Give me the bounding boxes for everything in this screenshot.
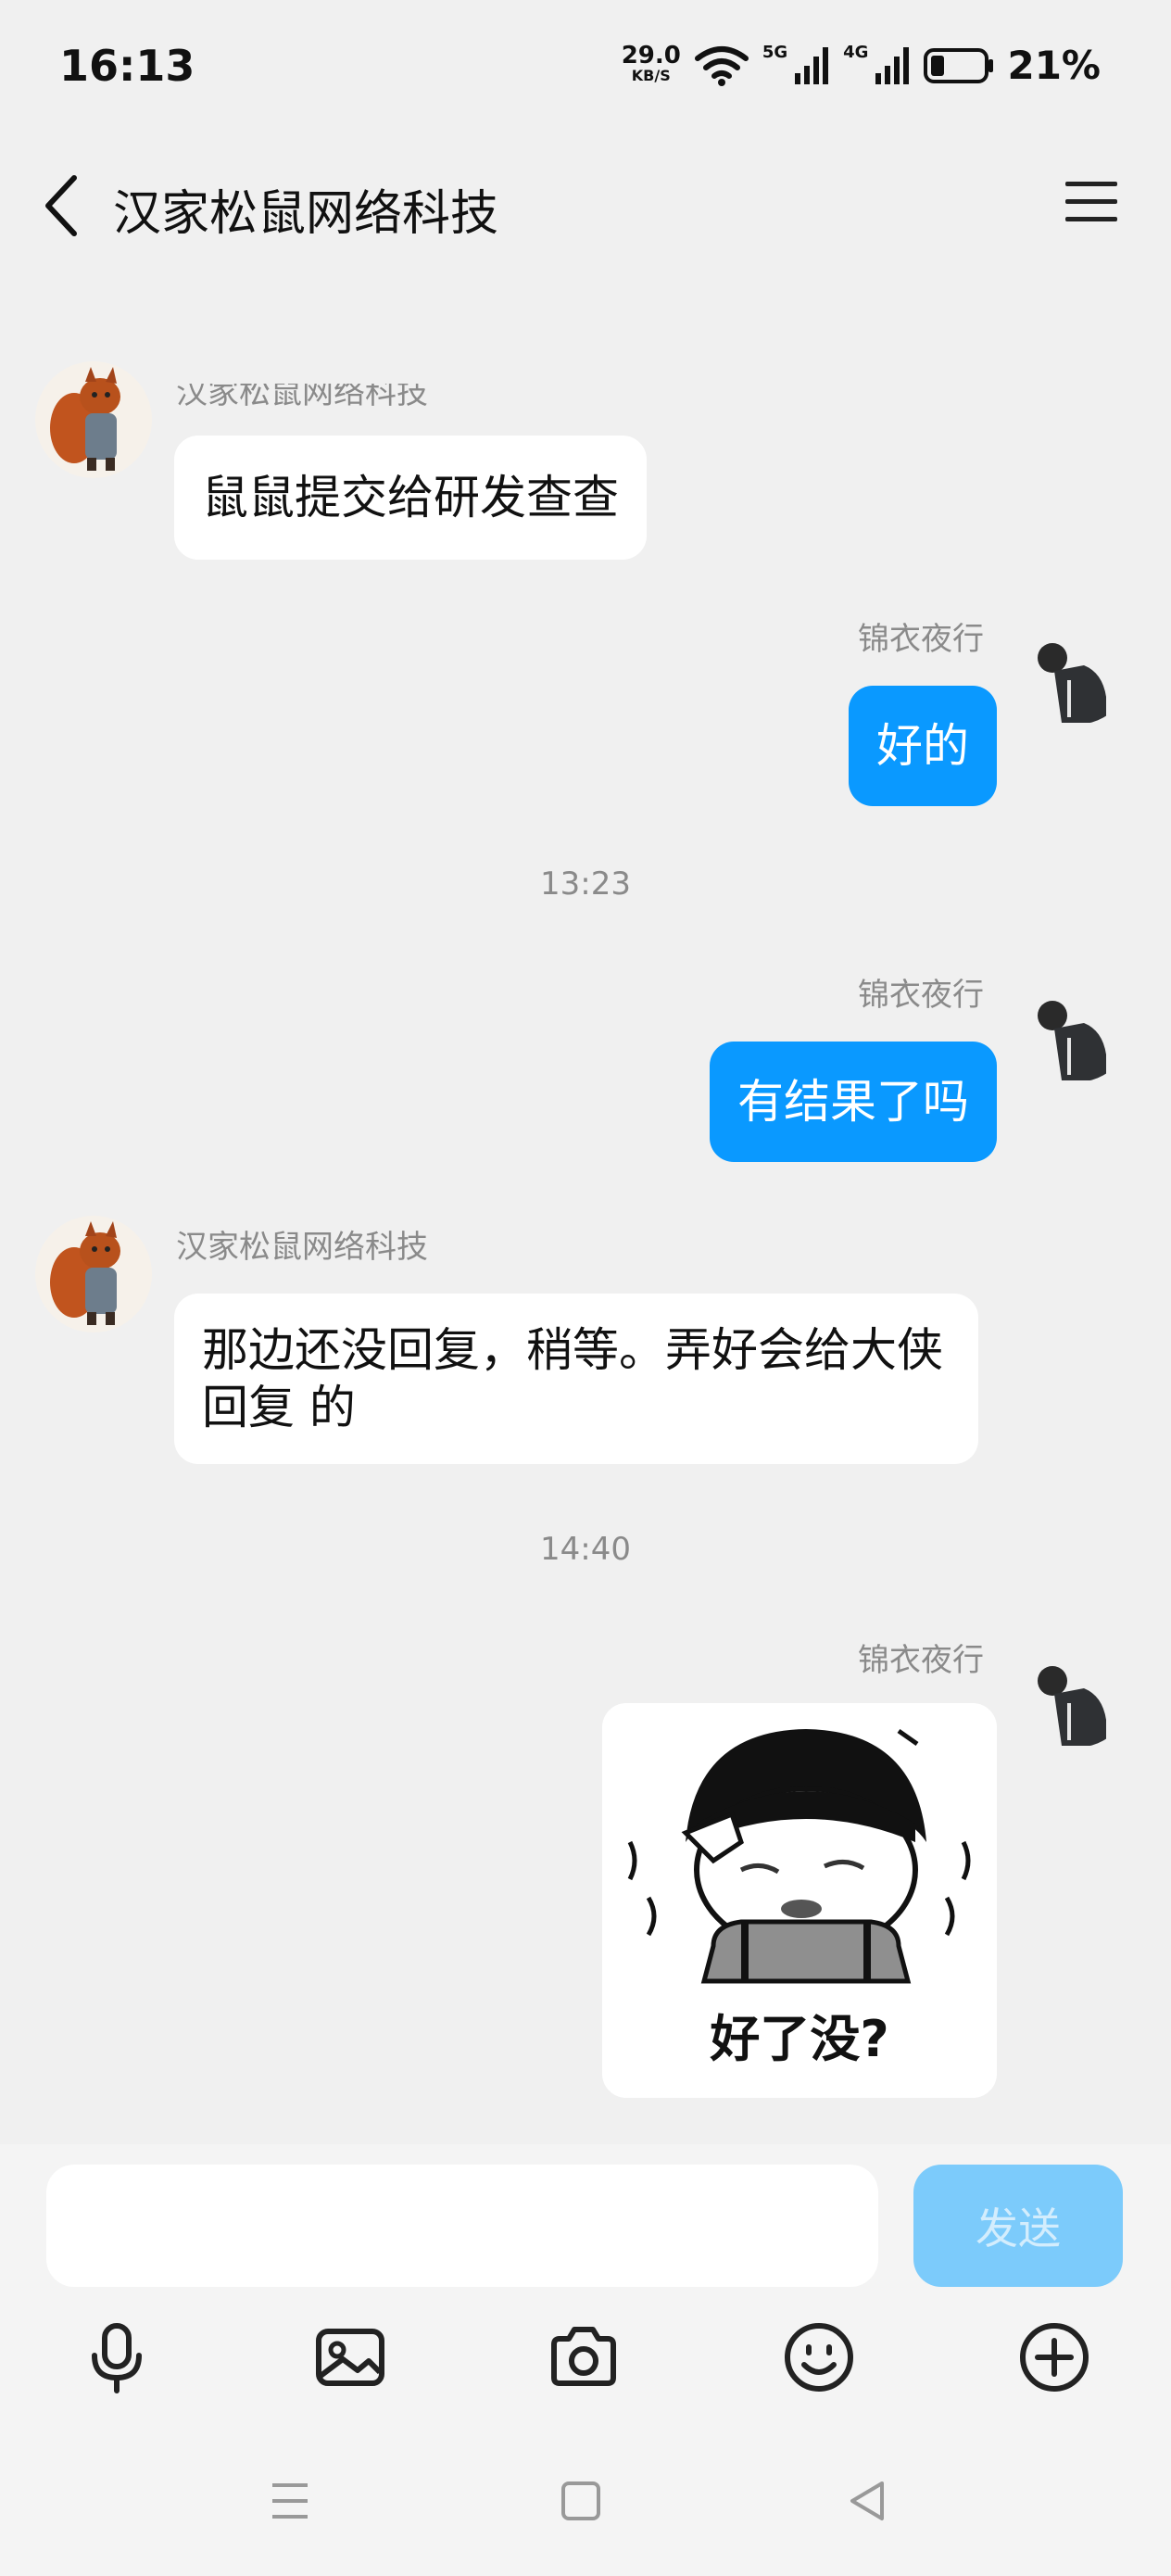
network-speed: 29.0 KB/S xyxy=(622,44,681,86)
signal-5g-icon xyxy=(795,46,829,84)
sticker-message[interactable]: 好了没? xyxy=(602,1703,997,2098)
plus-icon[interactable] xyxy=(1017,2320,1091,2394)
battery-icon xyxy=(924,47,994,83)
time-divider: 13:23 xyxy=(540,865,631,903)
status-time: 16:13 xyxy=(59,41,195,91)
contact-avatar[interactable] xyxy=(35,361,152,478)
sender-name: 锦衣夜行 xyxy=(858,1642,984,1679)
sticker-caption: 好了没? xyxy=(710,2010,889,2068)
send-button[interactable]: 发送 xyxy=(913,2165,1123,2287)
battery-percent: 21% xyxy=(1007,43,1101,88)
message-bubble-incoming[interactable]: 那边还没回复，稍等。弄好会给大侠回复 的 xyxy=(174,1294,978,1464)
microphone-icon[interactable] xyxy=(80,2320,154,2394)
person-avatar-icon xyxy=(1038,643,1106,723)
squirrel-avatar-icon xyxy=(50,367,120,471)
time-divider: 14:40 xyxy=(540,1531,631,1568)
my-avatar[interactable] xyxy=(1017,966,1134,1082)
my-avatar[interactable] xyxy=(1017,608,1134,725)
person-avatar-icon xyxy=(1038,1001,1106,1080)
emoji-icon[interactable] xyxy=(782,2320,856,2394)
status-icons: 29.0 KB/S 5G 4G 21% xyxy=(622,43,1101,88)
person-avatar-icon xyxy=(1038,1666,1106,1746)
back-nav-icon[interactable] xyxy=(843,2476,893,2526)
message-input[interactable] xyxy=(46,2165,878,2287)
sender-name: 汉家松鼠网络科技 xyxy=(176,1229,428,1266)
squirrel-avatar-icon xyxy=(50,1221,120,1325)
image-icon[interactable] xyxy=(313,2320,387,2394)
chat-title: 汉家松鼠网络科技 xyxy=(113,186,499,242)
sender-name: 汉家松鼠网络科技 xyxy=(176,374,428,411)
message-bubble-outgoing[interactable]: 有结果了吗 xyxy=(710,1042,997,1162)
wifi-icon xyxy=(694,45,749,86)
my-avatar[interactable] xyxy=(1017,1631,1134,1748)
4g-label: 4G xyxy=(843,43,869,62)
menu-icon[interactable] xyxy=(1064,178,1119,226)
signal-4g-icon xyxy=(875,46,910,84)
camera-icon[interactable] xyxy=(547,2320,621,2394)
sender-name: 锦衣夜行 xyxy=(858,621,984,658)
sender-name: 锦衣夜行 xyxy=(858,977,984,1014)
5g-label: 5G xyxy=(762,43,788,62)
message-bubble-incoming[interactable]: 鼠鼠提交给研发查查 xyxy=(174,436,647,560)
message-bubble-outgoing[interactable]: 好的 xyxy=(849,686,997,806)
home-icon[interactable] xyxy=(556,2476,606,2526)
recent-apps-icon[interactable] xyxy=(265,2476,315,2526)
back-arrow-icon[interactable] xyxy=(39,172,83,239)
contact-avatar[interactable] xyxy=(35,1216,152,1332)
